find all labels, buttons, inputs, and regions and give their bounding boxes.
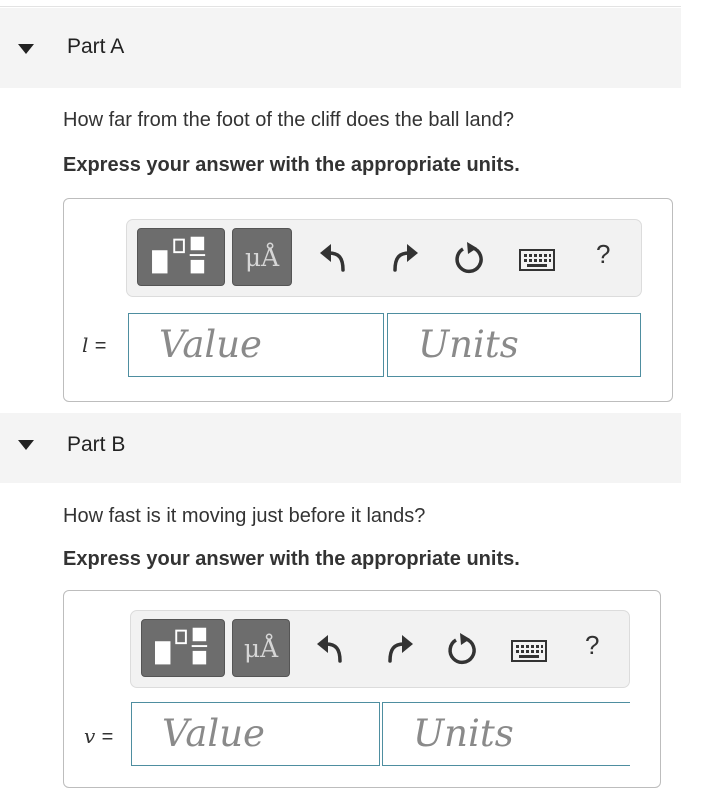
- help-icon[interactable]: ?: [596, 239, 610, 270]
- top-divider: [0, 6, 681, 7]
- part-a-variable: l: [82, 333, 89, 357]
- templates-button[interactable]: [141, 619, 225, 677]
- part-b-header[interactable]: Part B: [0, 413, 681, 483]
- part-a-variable-label: l =: [82, 333, 106, 358]
- undo-icon[interactable]: [314, 631, 350, 665]
- undo-icon[interactable]: [317, 240, 353, 274]
- part-b-instruction: Express your answer with the appropriate…: [63, 548, 520, 570]
- redo-icon[interactable]: [385, 240, 421, 274]
- keyboard-icon[interactable]: [511, 640, 547, 662]
- part-a-title: Part A: [67, 35, 125, 58]
- reset-icon[interactable]: [451, 240, 487, 276]
- equals-sign: =: [101, 726, 114, 748]
- units-button[interactable]: μÅ: [232, 228, 292, 286]
- part-b-title: Part B: [67, 433, 126, 456]
- collapse-caret-icon[interactable]: [18, 440, 34, 450]
- reset-icon[interactable]: [444, 631, 480, 667]
- part-a-question: How far from the foot of the cliff does …: [63, 109, 514, 131]
- part-b-answer-box: μÅ ? v = Value Units: [63, 590, 661, 788]
- part-b-question: How fast is it moving just before it lan…: [63, 505, 426, 527]
- part-a-answer-box: μÅ ? l = Value Units: [63, 198, 673, 402]
- part-b-toolbar: μÅ ?: [130, 610, 630, 688]
- part-b-variable: v: [84, 724, 96, 748]
- units-button-label: μÅ: [244, 242, 280, 272]
- collapse-caret-icon[interactable]: [18, 44, 34, 54]
- templates-icon: [152, 236, 206, 274]
- units-input[interactable]: Units: [382, 702, 630, 766]
- units-button-label: μÅ: [243, 633, 279, 663]
- part-a-instruction: Express your answer with the appropriate…: [63, 154, 520, 176]
- keyboard-icon[interactable]: [519, 249, 555, 271]
- templates-button[interactable]: [137, 228, 225, 286]
- redo-icon[interactable]: [380, 631, 416, 665]
- units-button[interactable]: μÅ: [232, 619, 290, 677]
- units-input[interactable]: Units: [387, 313, 641, 377]
- templates-icon: [155, 627, 208, 665]
- part-a-toolbar: μÅ ?: [126, 219, 642, 297]
- help-icon[interactable]: ?: [585, 630, 599, 661]
- equals-sign: =: [94, 335, 107, 357]
- value-input[interactable]: Value: [131, 702, 380, 766]
- part-a-header[interactable]: Part A: [0, 8, 681, 88]
- value-input[interactable]: Value: [128, 313, 384, 377]
- part-b-variable-label: v =: [84, 724, 113, 749]
